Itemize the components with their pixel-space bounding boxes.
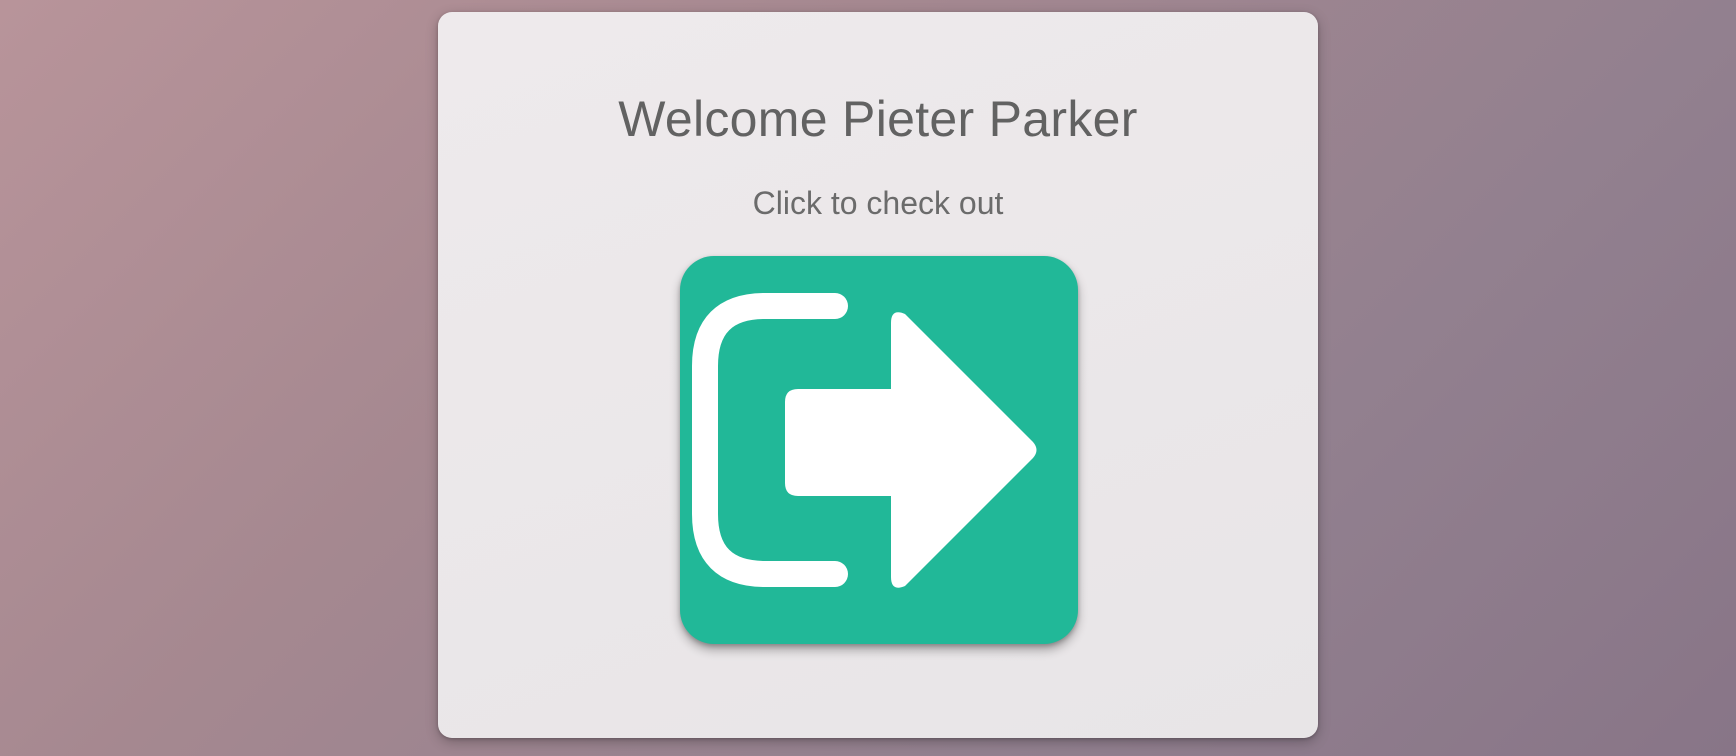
checkout-button[interactable] (680, 256, 1078, 644)
checkout-instruction: Click to check out (752, 185, 1004, 221)
logout-arrow-icon (692, 293, 1037, 588)
checkout-card: Welcome Pieter Parker Click to check out (438, 12, 1318, 738)
welcome-title: Welcome Pieter Parker (618, 91, 1138, 147)
